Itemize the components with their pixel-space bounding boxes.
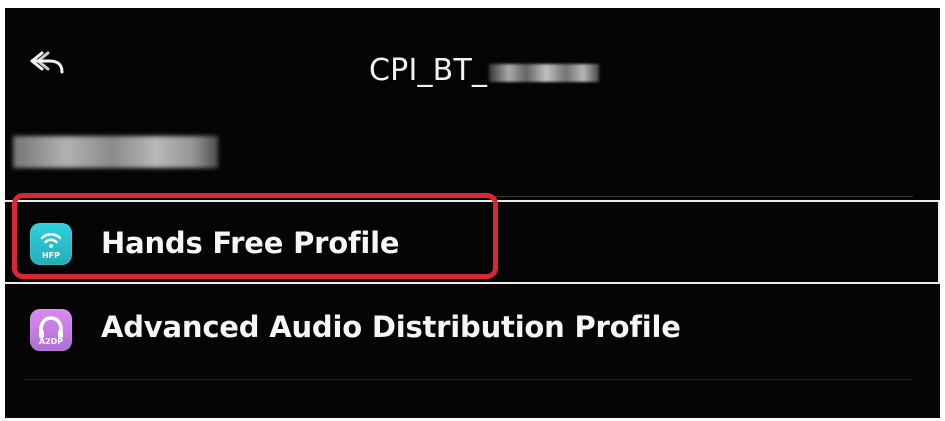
a2dp-icon-label: A2DP [38,337,64,346]
redacted-device-info [13,136,218,168]
hfp-icon: HFP [30,223,72,265]
a2dp-icon: A2DP [30,309,72,351]
top-divider [25,196,913,197]
device-screen: CPI_BT_ HFP Hands Free Profile A2DP Adva… [5,8,940,418]
back-button[interactable] [27,48,69,78]
redacted-title-suffix [489,64,600,82]
screenshot-frame: CPI_BT_ HFP Hands Free Profile A2DP Adva… [0,0,945,421]
back-arrow-icon [30,51,64,74]
header-bar: CPI_BT_ [5,8,940,123]
advanced-audio-distribution-profile-item[interactable]: A2DP Advanced Audio Distribution Profile [5,288,940,372]
profile-label: Advanced Audio Distribution Profile [101,310,681,344]
hfp-icon-label: HFP [41,251,61,260]
hands-free-profile-item[interactable]: HFP Hands Free Profile [5,200,940,284]
page-title: CPI_BT_ [369,50,600,90]
device-name-title: CPI_BT_ [369,52,488,88]
profile-label: Hands Free Profile [101,226,400,260]
bottom-divider [25,379,913,380]
profile-list: HFP Hands Free Profile A2DP Advanced Aud… [5,200,940,390]
